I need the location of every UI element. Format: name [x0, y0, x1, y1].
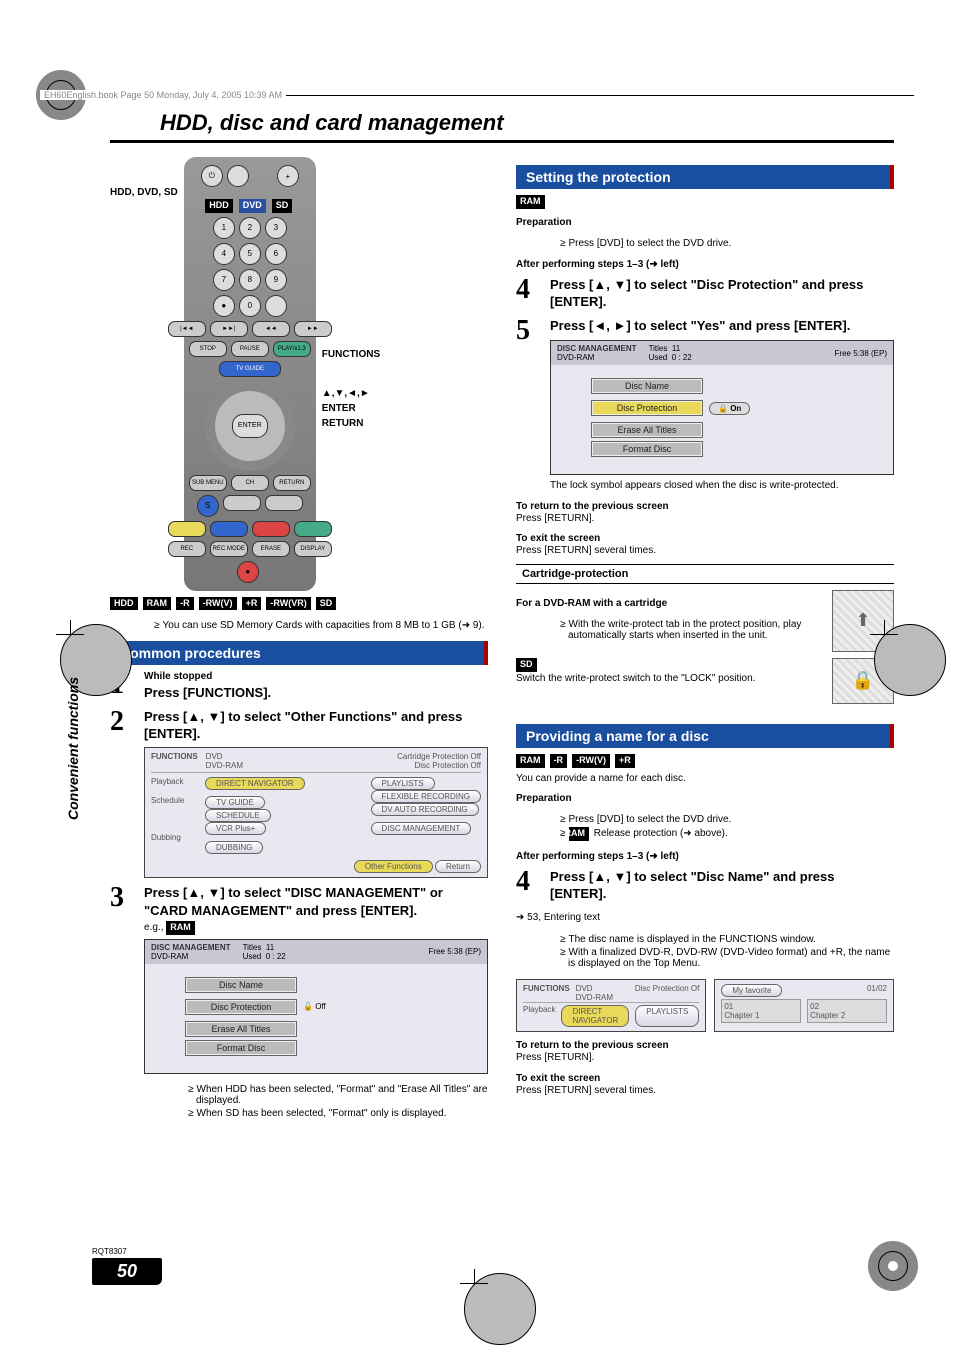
dm-note-sd: When SD has been selected, "Format" only… — [188, 1108, 488, 1119]
remote-enter: ENTER — [232, 414, 268, 438]
page-number: 50 — [92, 1258, 162, 1285]
remote-vol-icon: + — [277, 165, 299, 187]
step-2-number: 2 — [110, 708, 136, 736]
protect-exit-body: Press [RETURN] several times. — [516, 544, 894, 558]
remote-tvguide: TV GUIDE — [219, 361, 281, 377]
step-3-text: Press [▲, ▼] to select "DISC MANAGEMENT"… — [144, 884, 488, 919]
name-bullet-2: With a finalized DVD-R, DVD-RW (DVD-Vide… — [560, 947, 894, 969]
step-1-precondition: While stopped — [144, 671, 488, 682]
name-step-4: Press [▲, ▼] to select "Disc Name" and p… — [550, 868, 894, 903]
name-exit-body: Press [RETURN] several times. — [516, 1084, 894, 1098]
remote-tvvideo — [227, 165, 249, 187]
callout-return: RETURN — [322, 416, 488, 431]
remote-stop: STOP — [189, 341, 227, 357]
crop-mark-left — [56, 620, 84, 648]
protect-step-4-number: 4 — [516, 276, 542, 304]
callout-arrows-enter: ▲,▼,◄,► ENTER — [322, 386, 488, 416]
name-exit-head: To exit the screen — [516, 1073, 894, 1084]
remote-submenu: SUB MENU — [189, 475, 227, 491]
cartridge-protection-head: Cartridge-protection — [516, 564, 894, 584]
name-bullet-1: The disc name is displayed in the FUNCTI… — [560, 934, 894, 945]
name-prep-head: Preparation — [516, 793, 894, 804]
book-header: EH60English.book Page 50 Monday, July 4,… — [40, 95, 914, 106]
crop-mark-bottom — [460, 1269, 488, 1297]
drive-hdd: HDD — [205, 199, 233, 213]
protect-return-head: To return to the previous screen — [516, 501, 894, 512]
name-after-steps: After performing steps 1–3 (➜ left) — [516, 851, 894, 862]
step-3-number: 3 — [110, 884, 136, 912]
lock-caption: The lock symbol appears closed when the … — [550, 479, 894, 493]
name-see-ref: ➜ 53, Entering text — [516, 911, 894, 925]
remote-rec2: REC — [168, 541, 206, 557]
remote-setup — [265, 295, 287, 317]
sd-capacity-note: You can use SD Memory Cards with capacit… — [154, 620, 488, 631]
remote-pause: PAUSE — [231, 341, 269, 357]
name-step-4-number: 4 — [516, 868, 542, 896]
protect-step-4: Press [▲, ▼] to select "Disc Protection"… — [550, 276, 894, 311]
print-target-bottom-right — [868, 1241, 918, 1291]
protect-step-5: Press [◄, ►] to select "Yes" and press [… — [550, 317, 894, 335]
step-1-text: Press [FUNCTIONS]. — [144, 684, 488, 702]
section-common-procedures: Common procedures — [110, 641, 488, 665]
name-prep-2: RAM Release protection (➜ above). — [560, 827, 894, 841]
remote-rec-icon: ● — [213, 295, 235, 317]
name-intro: You can provide a name for each disc. — [516, 772, 894, 786]
remote-play: PLAY/x1.3 — [273, 341, 311, 357]
remote-return: RETURN — [273, 475, 311, 491]
book-header-text: EH60English.book Page 50 Monday, July 4,… — [40, 90, 286, 100]
drive-dvd: DVD — [239, 199, 266, 213]
protect-step-5-number: 5 — [516, 317, 542, 345]
protect-prep-body: Press [DVD] to select the DVD drive. — [560, 238, 894, 249]
disc-tags-row: HDD RAM -R -RW(V) +R -RW(VR) SD — [110, 597, 488, 611]
protect-tag-ram: RAM — [516, 195, 545, 209]
dm-note-hdd: When HDD has been selected, "Format" and… — [188, 1084, 488, 1106]
disc-management-osd-on: DISC MANAGEMENT DVD-RAM Titles 11 Used 0… — [550, 340, 894, 475]
protect-tag-sd: SD — [516, 658, 537, 672]
page-title: HDD, disc and card management — [160, 110, 894, 136]
name-return-body: Press [RETURN]. — [516, 1051, 894, 1065]
name-return-head: To return to the previous screen — [516, 1040, 894, 1051]
remote-power-icon: ⏻ — [201, 165, 223, 187]
protect-exit-head: To exit the screen — [516, 533, 894, 544]
step-2-text: Press [▲, ▼] to select "Other Functions"… — [144, 708, 488, 743]
protect-return-body: Press [RETURN]. — [516, 512, 894, 526]
disc-management-osd: DISC MANAGEMENT DVD-RAM Titles 11 Used 0… — [144, 939, 488, 1074]
name-prep-1: Press [DVD] to select the DVD drive. — [560, 814, 894, 825]
eg-label: e.g., — [144, 922, 163, 933]
drive-sd: SD — [272, 199, 293, 213]
name-osd-thumbnails: FUNCTIONS DVD DVD-RAM Disc Protection Of… — [516, 979, 894, 1032]
name-tags-row: RAM -R -RW(V) +R — [516, 754, 894, 768]
remote-hdd-label: HDD, DVD, SD — [110, 187, 178, 198]
section-sidebar-label: Convenient functions — [66, 677, 80, 820]
protect-after-steps: After performing steps 1–3 (➜ left) — [516, 259, 894, 270]
eg-tag: RAM — [166, 921, 195, 935]
section-providing-name: Providing a name for a disc — [516, 724, 894, 748]
remote-ch: CH — [231, 475, 269, 491]
remote-control: ⏻+ HDD DVD SD 123 456 789 ●0 |◄◄►►|◄◄►► … — [184, 157, 316, 591]
functions-osd: FUNCTIONS DVD DVD-RAM Cartridge Protecti… — [144, 747, 488, 878]
title-rule — [110, 140, 894, 143]
protect-prep-head: Preparation — [516, 217, 894, 228]
callout-functions: FUNCTIONS — [322, 347, 488, 362]
document-code: RQT8307 — [92, 1247, 162, 1256]
remote-nav-ring: ENTER — [205, 381, 295, 471]
section-setting-protection: Setting the protection — [516, 165, 894, 189]
crop-mark-right — [870, 620, 898, 648]
